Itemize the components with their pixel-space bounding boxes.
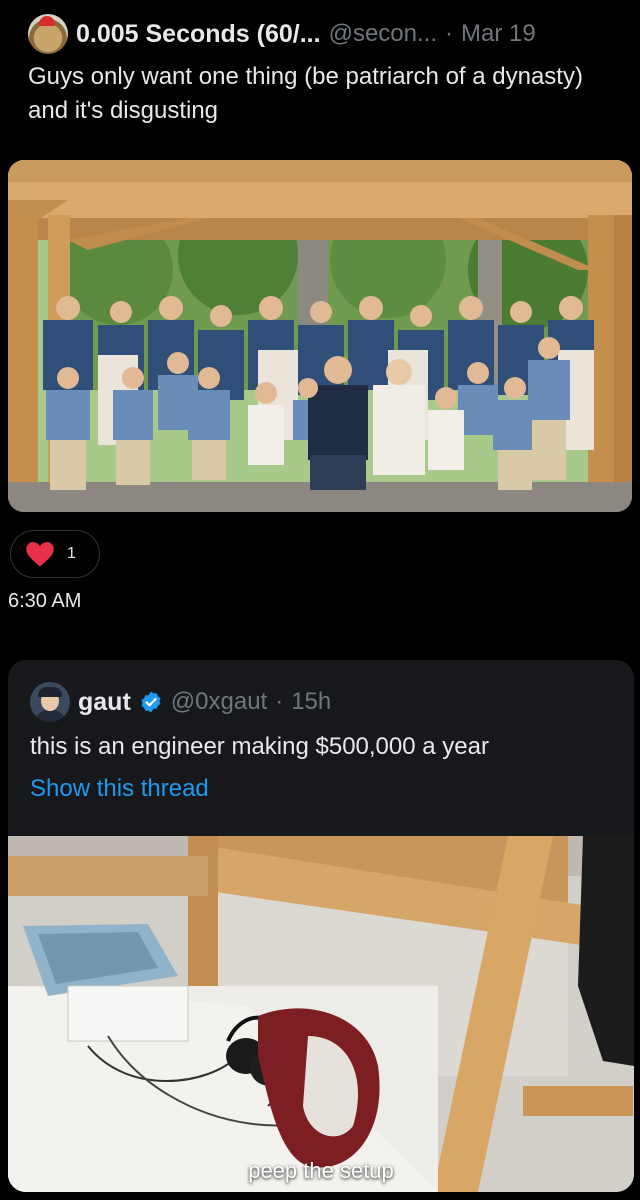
tweet-text: Guys only want one thing (be patriarch o…	[28, 63, 583, 124]
heart-icon	[26, 542, 54, 567]
user-handle[interactable]: @0xgaut	[171, 688, 267, 716]
tweet-detail[interactable]: 0.005 Seconds (60/... @secon... · Mar 19…	[0, 0, 640, 640]
show-thread-link[interactable]: Show this thread	[30, 772, 209, 806]
tweet-header: gaut @0xgaut · 15h	[30, 682, 624, 722]
post-timestamp: 6:30 AM	[8, 590, 82, 612]
user-handle[interactable]: @secon...	[329, 20, 437, 48]
media-caption: peep the setup	[248, 1158, 394, 1183]
tweet-text: this is an engineer making $500,000 a ye…	[30, 733, 489, 760]
avatar[interactable]	[28, 14, 68, 54]
quoted-tweet[interactable]: gaut @0xgaut · 15h this is an engineer m…	[8, 660, 634, 1192]
separator-dot: ·	[275, 688, 284, 715]
post-time[interactable]: 15h	[291, 688, 331, 716]
post-date[interactable]: Mar 19	[461, 20, 536, 48]
timeline: 0.005 Seconds (60/... @secon... · Mar 19…	[0, 0, 640, 1200]
tweet-photo[interactable]	[8, 160, 632, 512]
like-count: 1	[67, 545, 76, 562]
like-button[interactable]: 1	[10, 530, 100, 578]
santa-hat-icon	[39, 16, 55, 26]
bunk-bed-photo-image	[8, 836, 634, 1192]
display-name[interactable]: gaut	[78, 688, 131, 717]
tweet-photo[interactable]: peep the setup	[8, 836, 634, 1192]
tweet-header: 0.005 Seconds (60/... @secon... · Mar 19	[28, 14, 620, 54]
display-name[interactable]: 0.005 Seconds (60/...	[76, 20, 321, 49]
verified-badge-icon	[141, 691, 161, 713]
separator-dot: ·	[445, 20, 453, 47]
avatar[interactable]	[30, 682, 70, 722]
family-photo-image	[8, 160, 632, 512]
